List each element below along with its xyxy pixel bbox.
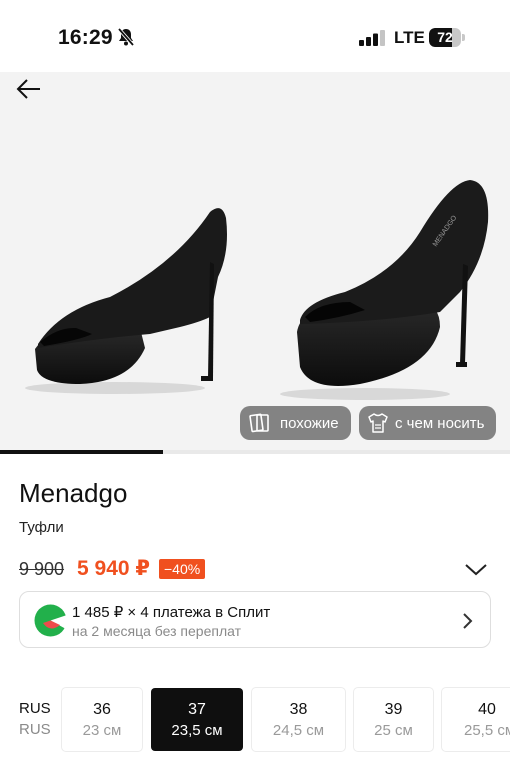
old-price: 9 900 (19, 559, 65, 579)
product-category: Туфли (19, 519, 64, 536)
price-row: 9 900 5 940 ₽ −40% (19, 556, 491, 582)
similar-label: похожие (280, 414, 339, 432)
back-button[interactable] (12, 72, 46, 106)
size-length: 25 см (374, 722, 413, 739)
size-option-39[interactable]: 39 25 см (354, 688, 433, 751)
gallery-progress-fill (0, 450, 164, 454)
product-gallery[interactable]: MENADGO похожие с чем носить (0, 72, 510, 452)
size-value: 36 (93, 701, 111, 718)
discount-badge: −40% (159, 559, 206, 579)
split-subtitle: на 2 месяца без переплат (72, 623, 241, 639)
split-payment-card[interactable]: 1 485 ₽ × 4 платежа в Сплит на 2 месяца … (19, 591, 491, 648)
size-option-38[interactable]: 38 24,5 см (252, 688, 345, 751)
split-logo-icon (34, 604, 68, 637)
size-value: 40 (478, 701, 496, 718)
size-length: 25,5 см (464, 722, 510, 739)
product-image[interactable]: MENADGO (0, 152, 510, 402)
cards-icon (249, 413, 269, 433)
size-system-sub-label: RUS (19, 721, 51, 738)
shoe-left (25, 208, 227, 394)
gallery-progress (0, 450, 510, 454)
battery-level: 72 (437, 29, 453, 45)
size-value: 39 (384, 701, 403, 718)
chevron-right-icon (463, 613, 473, 629)
split-title: 1 485 ₽ × 4 платежа в Сплит (72, 604, 271, 621)
status-time: 16:29 (58, 26, 113, 49)
size-value: 38 (289, 701, 308, 718)
bell-muted-icon (117, 27, 135, 47)
network-label: LTE (394, 28, 425, 47)
arrow-left-icon (16, 79, 40, 99)
size-option-40[interactable]: 40 25,5 см (442, 688, 510, 751)
size-value: 37 (188, 701, 206, 718)
current-price: 5 940 ₽ (77, 557, 150, 580)
size-length: 24,5 см (272, 722, 325, 739)
status-bar: 16:29 LTE 72 (0, 0, 510, 72)
chevron-down-icon[interactable] (463, 558, 489, 580)
size-length: 23 см (82, 722, 122, 739)
signal-icon (359, 30, 385, 46)
size-system-label: RUS (19, 700, 51, 717)
size-option-37[interactable]: 37 23,5 см (151, 688, 243, 751)
product-brand[interactable]: Menadgo (19, 478, 127, 509)
similar-button[interactable]: похожие (240, 406, 351, 440)
tshirt-icon (368, 413, 388, 433)
size-length: 23,5 см (171, 722, 223, 739)
outfit-button[interactable]: с чем носить (359, 406, 496, 440)
size-option-36[interactable]: 36 23 см (62, 688, 142, 751)
battery-icon: 72 (429, 28, 465, 47)
shoe-right: MENADGO (280, 180, 489, 400)
outfit-label: с чем носить (395, 414, 485, 432)
